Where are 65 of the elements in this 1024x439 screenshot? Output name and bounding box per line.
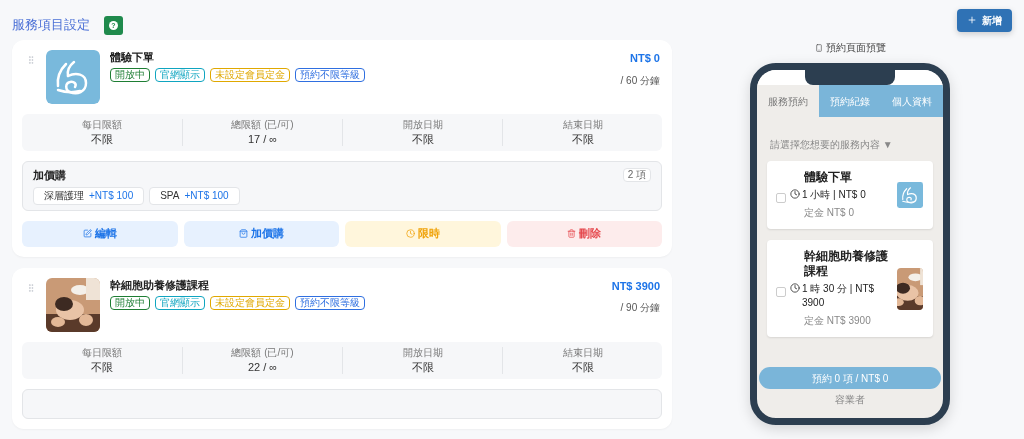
addon-name: SPA <box>160 189 180 202</box>
status-tag: 開放中 <box>110 295 150 310</box>
stat-label: 開放日期 <box>402 346 443 359</box>
service-price: NT$ 0 <box>630 51 660 66</box>
action-button[interactable]: 編輯 <box>22 220 178 247</box>
stat-label: 總限額 (已/可) <box>231 119 294 131</box>
stat-value: 不限 <box>91 360 113 374</box>
preview-deposit: 定金 NT$ 0 <box>804 206 855 220</box>
service-name: 幹細胞助養修護課程 <box>110 277 210 292</box>
service-checkbox[interactable] <box>776 286 786 297</box>
service-name: 體驗下單 <box>110 50 155 64</box>
plus-icon <box>967 15 977 25</box>
footer-text: 容業者 <box>834 393 866 407</box>
status-tag: 未設定會員定金 <box>210 68 290 82</box>
stat-label: 開放日期 <box>402 119 443 131</box>
service-duration: / 60 分鐘 <box>620 73 660 88</box>
preview-service-detail: 1 時 30 分 | NT$ 3900 <box>802 282 876 310</box>
status-tag: 開放中 <box>110 68 150 82</box>
phone-icon <box>814 42 823 53</box>
status-tag: 官網顯示 <box>155 68 205 82</box>
status-tag: 預約不限等級 <box>295 295 365 310</box>
stat-value: 22 / ∞ <box>247 360 278 374</box>
preview-tab[interactable]: 預約紀錄 <box>819 85 881 117</box>
clock-icon <box>790 189 800 199</box>
preview-service-detail: 1 小時 | NT$ 0 <box>802 188 866 202</box>
action-button[interactable]: 加價購 <box>183 220 339 247</box>
stat-label: 結束日期 <box>562 346 603 359</box>
stat-value: 不限 <box>411 360 434 374</box>
status-tag: 未設定會員定金 <box>210 295 290 310</box>
preview-tab[interactable]: 個人資料 <box>881 85 943 117</box>
stat-label: 總限額 (已/可) <box>231 346 294 359</box>
preview-service-name: 體驗下單 <box>804 170 853 185</box>
stat-value: 不限 <box>411 133 434 146</box>
service-price: NT$ 3900 <box>611 278 660 294</box>
stat-value: 不限 <box>571 360 594 374</box>
stat-value: 不限 <box>571 133 594 146</box>
stat-label: 每日限額 <box>82 119 122 131</box>
add-button[interactable]: 新增 <box>957 8 1012 32</box>
addon-count: 2 項 <box>622 168 651 183</box>
rabbit-logo <box>46 50 100 104</box>
stat-value: 17 / ∞ <box>247 133 278 146</box>
clock-icon <box>405 229 415 238</box>
service-duration: / 90 分鐘 <box>620 301 660 315</box>
drag-handle-icon[interactable] <box>26 53 36 67</box>
trash-icon <box>567 229 577 238</box>
preview-deposit: 定金 NT$ 3900 <box>804 314 872 328</box>
book-button[interactable]: 預約 0 項 / NT$ 0 <box>759 367 941 389</box>
addon-price: +NT$ 100 <box>184 189 229 202</box>
stat-value: 不限 <box>91 133 113 146</box>
status-tag: 預約不限等級 <box>295 68 365 82</box>
action-button[interactable]: 刪除 <box>506 220 662 247</box>
stat-label: 結束日期 <box>562 119 603 131</box>
status-tag: 官網顯示 <box>155 295 205 310</box>
preview-label: 預約頁面預覽 <box>825 41 886 55</box>
stat-label: 每日限額 <box>82 346 122 359</box>
clock-icon <box>790 283 800 293</box>
edit-icon <box>82 229 92 238</box>
bag-icon <box>238 229 248 238</box>
addon-price: +NT$ 100 <box>89 189 134 202</box>
preview-service-name: 幹細胞助養修護課程 <box>804 249 889 279</box>
addon-name: 深層護理 <box>44 189 84 202</box>
service-prompt: 請選擇您想要的服務內容 ▼ <box>769 138 894 152</box>
addon-title: 加價購 <box>33 168 66 183</box>
page-title: 服務項目設定 <box>12 16 90 35</box>
service-checkbox[interactable] <box>776 193 786 203</box>
